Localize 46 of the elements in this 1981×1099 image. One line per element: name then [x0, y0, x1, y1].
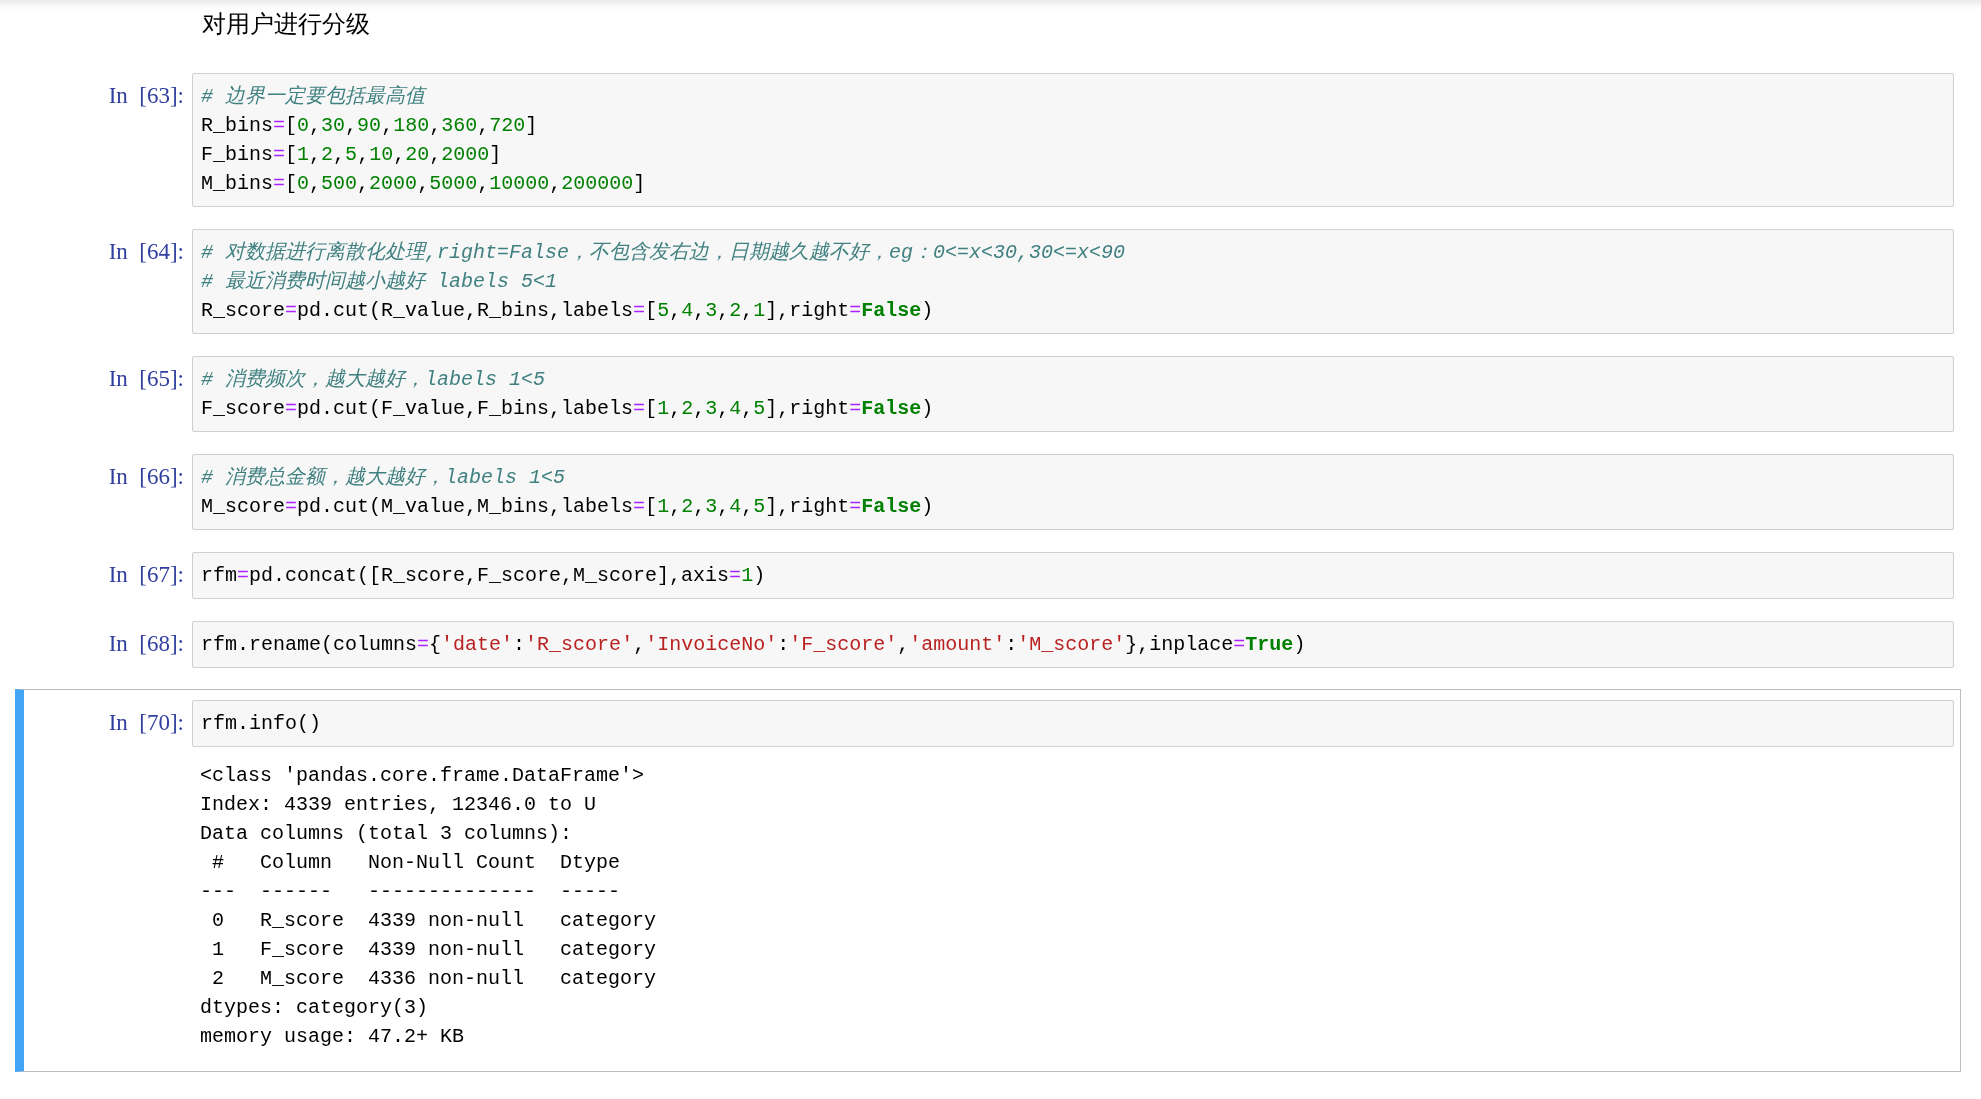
output-line: 1 F_score 4339 non-null category: [211, 937, 658, 963]
notebook-cell[interactable]: In [67]: rfm=pd.concat([R_score,F_score,M_score],axis=1): [15, 551, 1961, 600]
code-editor[interactable]: # 消费频次，越大越好，labels 1<5 F_score=pd.cut(F_value,F_bins,labels=[1,2,3,4,5],right=False): [192, 356, 1954, 432]
notebook-cell[interactable]: In [68]: rfm.rename(columns={'date':'R_score','InvoiceNo':'F_score','amount':'M_score'},inplace=True): [15, 620, 1961, 669]
code-editor[interactable]: rfm=pd.concat([R_score,F_score,M_score],axis=1): [192, 552, 1954, 599]
code-line: # 消费频次，越大越好，labels 1<5: [201, 367, 547, 393]
code-line: rfm=pd.concat([R_score,F_score,M_score],axis=1): [201, 563, 767, 589]
code-line: # 最近消费时间越小越好 labels 5<1: [201, 269, 559, 295]
code-editor[interactable]: # 消费总金额，越大越好，labels 1<5 M_score=pd.cut(M_value,M_bins,labels=[1,2,3,4,5],right=False): [192, 454, 1954, 530]
input-prompt: In [68]:: [107, 630, 185, 658]
output-line: <class 'pandas.core.frame.DataFrame'>: [200, 763, 646, 789]
code-line: # 消费总金额，越大越好，labels 1<5: [201, 465, 567, 491]
code-editor[interactable]: rfm.info(): [192, 700, 1954, 747]
output-line: dtypes: category(3): [200, 995, 430, 1021]
code-line: # 对数据进行离散化处理,right=False，不包含发右边，日期越久越不好，eg：0<=x<30,30<=x<90: [201, 240, 1127, 266]
code-line: F_score=pd.cut(F_value,F_bins,labels=[1,2,3,4,5],right=False): [201, 396, 935, 422]
output-line: Index: 4339 entries, 12346.0 to U: [200, 792, 598, 818]
output-line: Data columns (total 3 columns):: [200, 821, 574, 847]
input-prompt: In [67]:: [107, 561, 185, 589]
output-line: 2 M_score 4336 non-null category: [211, 966, 658, 992]
code-editor[interactable]: rfm.rename(columns={'date':'R_score','InvoiceNo':'F_score','amount':'M_score'},inplace=True): [192, 621, 1954, 668]
output-line: 0 R_score 4339 non-null category: [211, 908, 658, 934]
markdown-heading: 对用户进行分级: [202, 9, 371, 40]
input-prompt: In [66]:: [107, 463, 185, 491]
notebook-cell[interactable]: In [64]: # 对数据进行离散化处理,right=False，不包含发右边，日期越久越不好，eg：0<=x<30,30<=x<90 # 最近消费时间越小越好 labels 5<1 R_score=pd.cut(R_value,R_bins,labels=[5,4,3,2,1],right=False): [15, 228, 1961, 335]
code-line: # 边界一定要包括最高值: [201, 84, 428, 110]
code-line: R_score=pd.cut(R_value,R_bins,labels=[5,4,3,2,1],right=False): [201, 298, 935, 324]
notebook-cell[interactable]: In [63]: # 边界一定要包括最高值 R_bins=[0,30,90,180,360,720] F_bins=[1,2,5,10,20,2000] M_bins=[0,500,2000,5000,10000,200000]: [15, 72, 1961, 208]
code-line: rfm.info(): [201, 711, 323, 737]
code-line: M_bins=[0,500,2000,5000,10000,200000]: [201, 171, 647, 197]
output-line: --- ------ -------------- -----: [200, 879, 622, 905]
input-prompt: In [65]:: [107, 365, 185, 393]
input-prompt: In [64]:: [107, 238, 185, 266]
code-line: F_bins=[1,2,5,10,20,2000]: [201, 142, 503, 168]
notebook-cell[interactable]: In [66]: # 消费总金额，越大越好，labels 1<5 M_score=pd.cut(M_value,M_bins,labels=[1,2,3,4,5],right=False): [15, 453, 1961, 531]
code-line: rfm.rename(columns={'date':'R_score','InvoiceNo':'F_score','amount':'M_score'},inplace=True): [201, 632, 1307, 658]
output-line: memory usage: 47.2+ KB: [200, 1024, 466, 1050]
notebook-cell[interactable]: In [65]: # 消费频次，越大越好，labels 1<5 F_score=pd.cut(F_value,F_bins,labels=[1,2,3,4,5],right=False): [15, 355, 1961, 433]
notebook-cell[interactable]: [15, 689, 1961, 1072]
input-prompt: In [70]:: [107, 709, 185, 737]
code-line: R_bins=[0,30,90,180,360,720]: [201, 113, 539, 139]
output-line: # Column Non-Null Count Dtype: [211, 850, 622, 876]
code-editor[interactable]: # 对数据进行离散化处理,right=False，不包含发右边，日期越久越不好，eg：0<=x<30,30<=x<90 # 最近消费时间越小越好 labels 5<1 R_score=pd.cut(R_value,R_bins,labels=[5,4,3,2,1],right=False): [192, 229, 1954, 334]
input-prompt: In [63]:: [107, 82, 185, 110]
code-line: M_score=pd.cut(M_value,M_bins,labels=[1,2,3,4,5],right=False): [201, 494, 935, 520]
code-editor[interactable]: # 边界一定要包括最高值 R_bins=[0,30,90,180,360,720] F_bins=[1,2,5,10,20,2000] M_bins=[0,500,2000,5000,10000,200000]: [192, 73, 1954, 207]
